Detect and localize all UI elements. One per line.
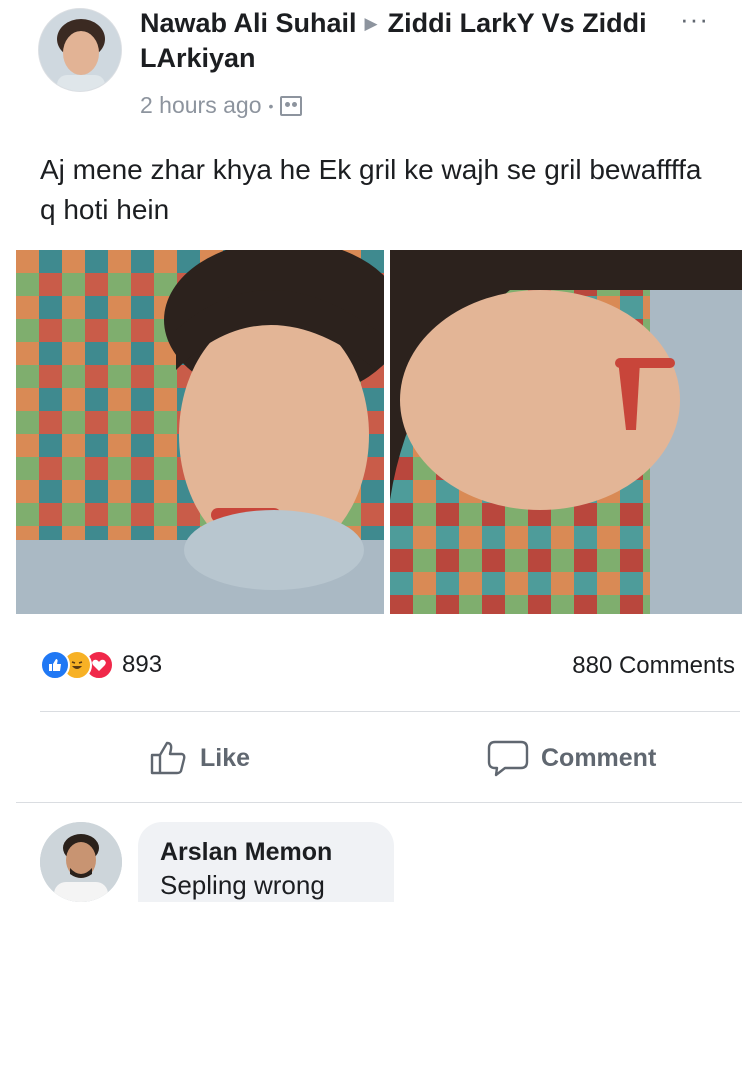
comments-count[interactable]: 880 Comments — [572, 652, 735, 680]
reaction-count: 893 — [122, 651, 163, 678]
meta-separator: • — [268, 97, 274, 114]
comment-text: Sepling wrong — [160, 870, 325, 900]
commenter-name[interactable]: Arslan Memon — [160, 836, 372, 868]
comment-bubble: Arslan Memon Sepling wrong — [138, 822, 394, 902]
reaction-summary[interactable]: 893 — [40, 650, 162, 680]
commenter-avatar[interactable] — [40, 822, 122, 902]
author-avatar[interactable] — [38, 8, 122, 92]
group-audience-icon — [280, 95, 303, 116]
comment-label: Comment — [541, 743, 657, 772]
more-dots-icon[interactable]: ··· — [680, 4, 709, 35]
post-meta: 2 hours ago • — [140, 92, 303, 119]
thumbs-up-icon — [150, 741, 186, 775]
like-reaction-icon — [40, 650, 70, 680]
post-text: Aj mene zhar khya he Ek gril ke wajh se … — [40, 154, 702, 225]
post-photo-left[interactable] — [16, 250, 384, 614]
facebook-post: Nawab Ali Suhail ▶ Ziddi LarkY Vs Ziddi LA… — [0, 0, 753, 902]
arrow-right-icon: ▶ — [364, 14, 378, 33]
like-label: Like — [200, 743, 251, 772]
comment-bubble-icon — [487, 740, 529, 777]
author-name[interactable]: Nawab Ali Suhail — [140, 8, 357, 38]
like-button[interactable]: Like — [148, 738, 250, 778]
post-timestamp[interactable]: 2 hours ago — [140, 92, 261, 119]
comment-button[interactable]: Comment — [487, 738, 656, 778]
divider — [16, 802, 742, 803]
divider — [40, 711, 740, 712]
post-photo-right[interactable] — [390, 250, 742, 614]
post-header-title: Nawab Ali Suhail ▶ Ziddi LarkY Vs Ziddi LA… — [140, 6, 660, 75]
